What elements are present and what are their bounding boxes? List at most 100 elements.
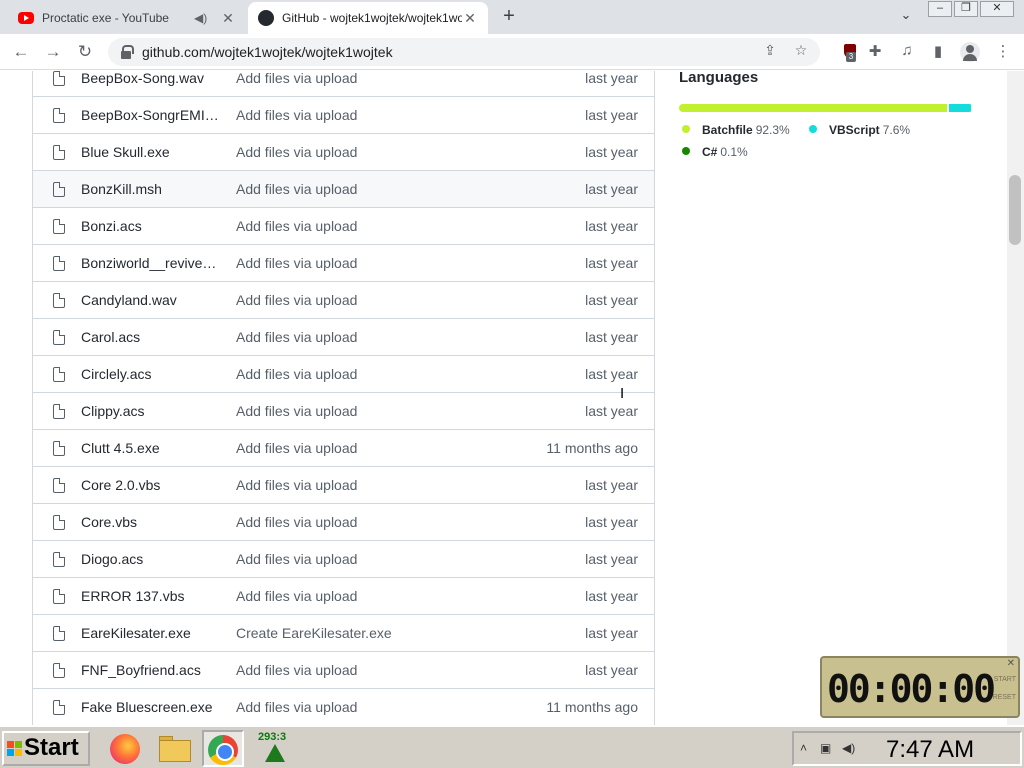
file-row[interactable]: Circlely.acs Add files via upload last yea… bbox=[33, 355, 654, 392]
file-name-link[interactable]: Diogo.acs bbox=[81, 551, 223, 567]
language-bar-segment[interactable] bbox=[679, 104, 947, 112]
scrollbar-thumb[interactable] bbox=[1009, 175, 1021, 245]
file-row[interactable]: Carol.acs Add files via upload last year bbox=[33, 318, 654, 355]
file-name-link[interactable]: BonzKill.msh bbox=[81, 181, 223, 197]
language-csharp[interactable]: C# 0.1% bbox=[682, 145, 748, 159]
christmas-tree-app-icon[interactable]: 293:3 bbox=[250, 730, 298, 767]
file-name-link[interactable]: ERROR 137.vbs bbox=[81, 588, 223, 604]
file-name-link[interactable]: BeepBox-Song.wav bbox=[81, 71, 223, 86]
file-name-link[interactable]: Blue Skull.exe bbox=[81, 144, 223, 160]
menu-kebab-icon[interactable]: ⋮ bbox=[992, 42, 1014, 64]
minimize-button[interactable]: – bbox=[928, 1, 952, 17]
close-tab-icon[interactable]: ✕ bbox=[220, 10, 236, 27]
file-row[interactable]: BeepBox-SongrEMIX... Add files via upload… bbox=[33, 96, 654, 133]
url-text[interactable]: github.com/wojtek1wojtek/wojtek1wojtek bbox=[142, 44, 393, 60]
file-name-link[interactable]: Carol.acs bbox=[81, 329, 223, 345]
file-name-link[interactable]: Bonzi.acs bbox=[81, 218, 223, 234]
file-row[interactable]: Clippy.acs Add files via upload last year bbox=[33, 392, 654, 429]
firefox-icon[interactable] bbox=[106, 730, 148, 767]
timer-widget[interactable]: 00:00:00 ✕ START RESET bbox=[820, 656, 1020, 718]
commit-age: last year bbox=[585, 403, 638, 419]
extensions-puzzle-icon[interactable]: ✚ bbox=[864, 42, 886, 64]
back-arrow-icon[interactable]: ← bbox=[10, 42, 32, 64]
commit-message-link[interactable]: Add files via upload bbox=[236, 181, 357, 197]
clock[interactable]: 7:47 AM bbox=[886, 736, 974, 764]
file-row[interactable]: Diogo.acs Add files via upload last year bbox=[33, 540, 654, 577]
commit-message-link[interactable]: Add files via upload bbox=[236, 440, 357, 456]
commit-message-link[interactable]: Create EareKilesater.exe bbox=[236, 625, 392, 641]
language-vbscript[interactable]: VBScript 7.6% bbox=[809, 123, 910, 137]
volume-icon[interactable]: ◀) bbox=[842, 741, 855, 755]
file-row[interactable]: Bonziworld__revived.... Add files via upl… bbox=[33, 244, 654, 281]
commit-message-link[interactable]: Add files via upload bbox=[236, 329, 357, 345]
file-row[interactable]: Candyland.wav Add files via upload last ye… bbox=[33, 281, 654, 318]
timer-start-button[interactable]: START bbox=[994, 676, 1016, 683]
commit-message-link[interactable]: Add files via upload bbox=[236, 144, 357, 160]
commit-message-link[interactable]: Add files via upload bbox=[236, 366, 357, 382]
tab-github[interactable]: GitHub - wojtek1wojtek/wojtek1wojtek ✕ bbox=[248, 2, 488, 34]
file-row[interactable]: Bonzi.acs Add files via upload last year bbox=[33, 207, 654, 244]
commit-message-link[interactable]: Add files via upload bbox=[236, 255, 357, 271]
language-batchfile[interactable]: Batchfile 92.3% bbox=[682, 123, 790, 137]
tab-search-chevron-icon[interactable]: ⌄ bbox=[896, 7, 916, 27]
commit-message-link[interactable]: Add files via upload bbox=[236, 551, 357, 567]
commit-message-link[interactable]: Add files via upload bbox=[236, 218, 357, 234]
reload-icon[interactable]: ↻ bbox=[74, 42, 96, 64]
speaker-mute-icon[interactable]: ◀) bbox=[194, 11, 212, 25]
restore-button[interactable]: ❐ bbox=[954, 1, 978, 17]
bookmark-star-icon[interactable]: ☆ bbox=[791, 42, 811, 62]
tab-youtube[interactable]: Proctatic exe - YouTube ◀) ✕ bbox=[8, 2, 246, 34]
file-row[interactable]: Core.vbs Add files via upload last year bbox=[33, 503, 654, 540]
language-bar-segment[interactable] bbox=[948, 104, 971, 112]
file-explorer-icon[interactable] bbox=[154, 730, 196, 767]
commit-message-link[interactable]: Add files via upload bbox=[236, 477, 357, 493]
file-name-link[interactable]: FNF_Boyfriend.acs bbox=[81, 662, 223, 678]
lock-icon[interactable] bbox=[120, 45, 134, 59]
file-name-link[interactable]: Candyland.wav bbox=[81, 292, 223, 308]
commit-message-link[interactable]: Add files via upload bbox=[236, 514, 357, 530]
file-name-link[interactable]: Clippy.acs bbox=[81, 403, 223, 419]
new-tab-button[interactable]: + bbox=[498, 6, 520, 28]
file-row[interactable]: BeepBox-Song.wav Add files via upload last… bbox=[33, 71, 654, 96]
extension-shield-icon[interactable]: 3 bbox=[844, 44, 862, 62]
file-name-link[interactable]: Fake Bluescreen.exe bbox=[81, 699, 223, 715]
network-icon[interactable]: ▣ bbox=[820, 741, 831, 755]
media-control-icon[interactable]: ♫ bbox=[896, 42, 918, 64]
page-scrollbar[interactable] bbox=[1007, 71, 1024, 725]
close-window-button[interactable]: ✕ bbox=[980, 1, 1014, 17]
start-button[interactable]: Start bbox=[2, 731, 90, 766]
commit-message-link[interactable]: Add files via upload bbox=[236, 403, 357, 419]
file-name-link[interactable]: EareKilesater.exe bbox=[81, 625, 223, 641]
timer-reset-button[interactable]: RESET bbox=[993, 694, 1016, 701]
file-row[interactable]: Core 2.0.vbs Add files via upload last yea… bbox=[33, 466, 654, 503]
share-icon[interactable]: ⇪ bbox=[760, 42, 780, 62]
commit-message-link[interactable]: Add files via upload bbox=[236, 71, 357, 86]
file-row[interactable]: Clutt 4.5.exe Add files via upload 11 mont… bbox=[33, 429, 654, 466]
forward-arrow-icon[interactable]: → bbox=[42, 42, 64, 64]
side-panel-icon[interactable]: ▮ bbox=[927, 42, 949, 64]
file-name-link[interactable]: Bonziworld__revived.... bbox=[81, 255, 223, 271]
commit-message-link[interactable]: Add files via upload bbox=[236, 292, 357, 308]
commit-message-link[interactable]: Add files via upload bbox=[236, 662, 357, 678]
file-row[interactable]: EareKilesater.exe Create EareKilesater.ex… bbox=[33, 614, 654, 651]
file-name-link[interactable]: Circlely.acs bbox=[81, 366, 223, 382]
file-row[interactable]: ERROR 137.vbs Add files via upload last ye… bbox=[33, 577, 654, 614]
commit-message-link[interactable]: Add files via upload bbox=[236, 107, 357, 123]
file-row[interactable]: BonzKill.msh Add files via upload last yea… bbox=[33, 170, 654, 207]
file-row[interactable]: Fake Bluescreen.exe Add files via upload 1… bbox=[33, 688, 654, 725]
languages-heading: Languages bbox=[679, 71, 759, 86]
file-name-link[interactable]: BeepBox-SongrEMIX... bbox=[81, 107, 223, 123]
close-tab-icon[interactable]: ✕ bbox=[462, 10, 478, 27]
file-name-link[interactable]: Clutt 4.5.exe bbox=[81, 440, 223, 456]
close-icon[interactable]: ✕ bbox=[1007, 658, 1015, 669]
address-bar[interactable]: github.com/wojtek1wojtek/wojtek1wojtek ⇪… bbox=[108, 38, 820, 66]
file-row[interactable]: Blue Skull.exe Add files via upload last y… bbox=[33, 133, 654, 170]
chrome-icon[interactable] bbox=[202, 730, 244, 767]
show-hidden-icons-chevron-icon[interactable]: ˄ bbox=[800, 741, 807, 755]
commit-message-link[interactable]: Add files via upload bbox=[236, 699, 357, 715]
file-name-link[interactable]: Core 2.0.vbs bbox=[81, 477, 223, 493]
profile-avatar[interactable] bbox=[960, 42, 980, 62]
file-row[interactable]: FNF_Boyfriend.acs Add files via upload las… bbox=[33, 651, 654, 688]
commit-message-link[interactable]: Add files via upload bbox=[236, 588, 357, 604]
file-name-link[interactable]: Core.vbs bbox=[81, 514, 223, 530]
